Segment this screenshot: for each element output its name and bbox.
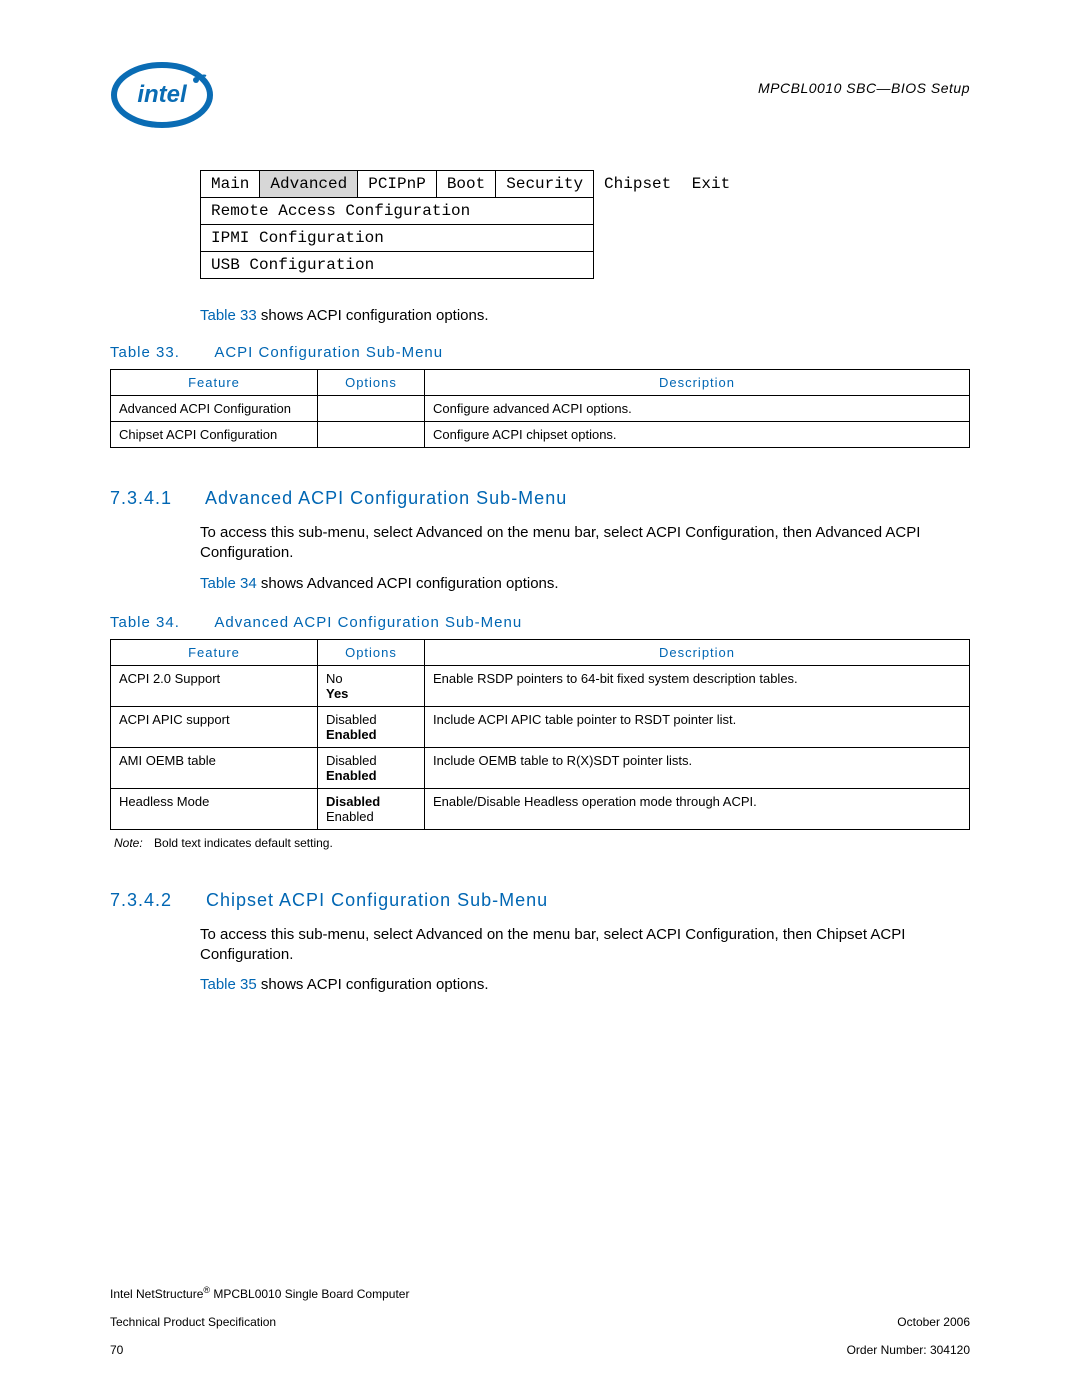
- page-header: intel MPCBL0010 SBC—BIOS Setup: [110, 60, 970, 130]
- section-7342-line2: Table 35 shows ACPI configuration option…: [200, 975, 970, 995]
- tab-main[interactable]: Main: [201, 171, 260, 198]
- table-row: Headless Mode DisabledEnabled Enable/Dis…: [111, 788, 970, 829]
- th-feature: Feature: [111, 639, 318, 665]
- section-7342-heading: 7.3.4.2 Chipset ACPI Configuration Sub-M…: [110, 890, 970, 911]
- table-row: ACPI APIC support DisabledEnabled Includ…: [111, 706, 970, 747]
- bios-menu: Main Advanced PCIPnP Boot Security Chips…: [200, 170, 740, 279]
- intel-logo: intel: [110, 60, 215, 130]
- table34: Feature Options Description ACPI 2.0 Sup…: [110, 639, 970, 830]
- section-7341-heading: 7.3.4.1 Advanced ACPI Configuration Sub-…: [110, 488, 970, 509]
- table33-link[interactable]: Table 33: [200, 307, 257, 324]
- section-7341-line2: Table 34 shows Advanced ACPI configurati…: [200, 574, 970, 594]
- submenu-usb[interactable]: USB Configuration: [201, 252, 594, 279]
- table-row: AMI OEMB table DisabledEnabled Include O…: [111, 747, 970, 788]
- table-row: Advanced ACPI Configuration Configure ad…: [111, 396, 970, 422]
- submenu-ipmi[interactable]: IPMI Configuration: [201, 225, 594, 252]
- header-doc-title: MPCBL0010 SBC—BIOS Setup: [758, 80, 970, 96]
- table-row: ACPI 2.0 Support NoYes Enable RSDP point…: [111, 665, 970, 706]
- table35-link[interactable]: Table 35: [200, 976, 257, 993]
- submenu-remote-access[interactable]: Remote Access Configuration: [201, 198, 594, 225]
- tab-exit[interactable]: Exit: [682, 171, 740, 198]
- th-options: Options: [318, 370, 425, 396]
- section-7342-para: To access this sub-menu, select Advanced…: [200, 925, 970, 966]
- table34-note: Note: Bold text indicates default settin…: [114, 836, 970, 850]
- tab-boot[interactable]: Boot: [436, 171, 495, 198]
- table-row: Chipset ACPI Configuration Configure ACP…: [111, 422, 970, 448]
- page-footer: Intel NetStructure® MPCBL0010 Single Boa…: [110, 1271, 970, 1357]
- svg-text:intel: intel: [137, 81, 188, 108]
- table33-caption: Table 33. ACPI Configuration Sub-Menu: [110, 344, 970, 361]
- footer-right: October 2006 Order Number: 304120: [847, 1301, 970, 1357]
- page: intel MPCBL0010 SBC—BIOS Setup Main Adva…: [0, 0, 1080, 1397]
- table34-caption: Table 34. Advanced ACPI Configuration Su…: [110, 614, 970, 631]
- intro-line: Table 33 shows ACPI configuration option…: [200, 307, 970, 324]
- tab-security[interactable]: Security: [496, 171, 594, 198]
- tab-pcipnp[interactable]: PCIPnP: [358, 171, 437, 198]
- page-number: 70: [110, 1343, 123, 1357]
- th-description: Description: [425, 370, 970, 396]
- table34-link[interactable]: Table 34: [200, 575, 257, 592]
- th-feature: Feature: [111, 370, 318, 396]
- th-options: Options: [318, 639, 425, 665]
- tab-advanced[interactable]: Advanced: [260, 171, 358, 198]
- tab-chipset[interactable]: Chipset: [594, 171, 682, 198]
- th-description: Description: [425, 639, 970, 665]
- table33: Feature Options Description Advanced ACP…: [110, 369, 970, 448]
- section-7341-para: To access this sub-menu, select Advanced…: [200, 523, 970, 564]
- footer-left: Intel NetStructure® MPCBL0010 Single Boa…: [110, 1271, 409, 1357]
